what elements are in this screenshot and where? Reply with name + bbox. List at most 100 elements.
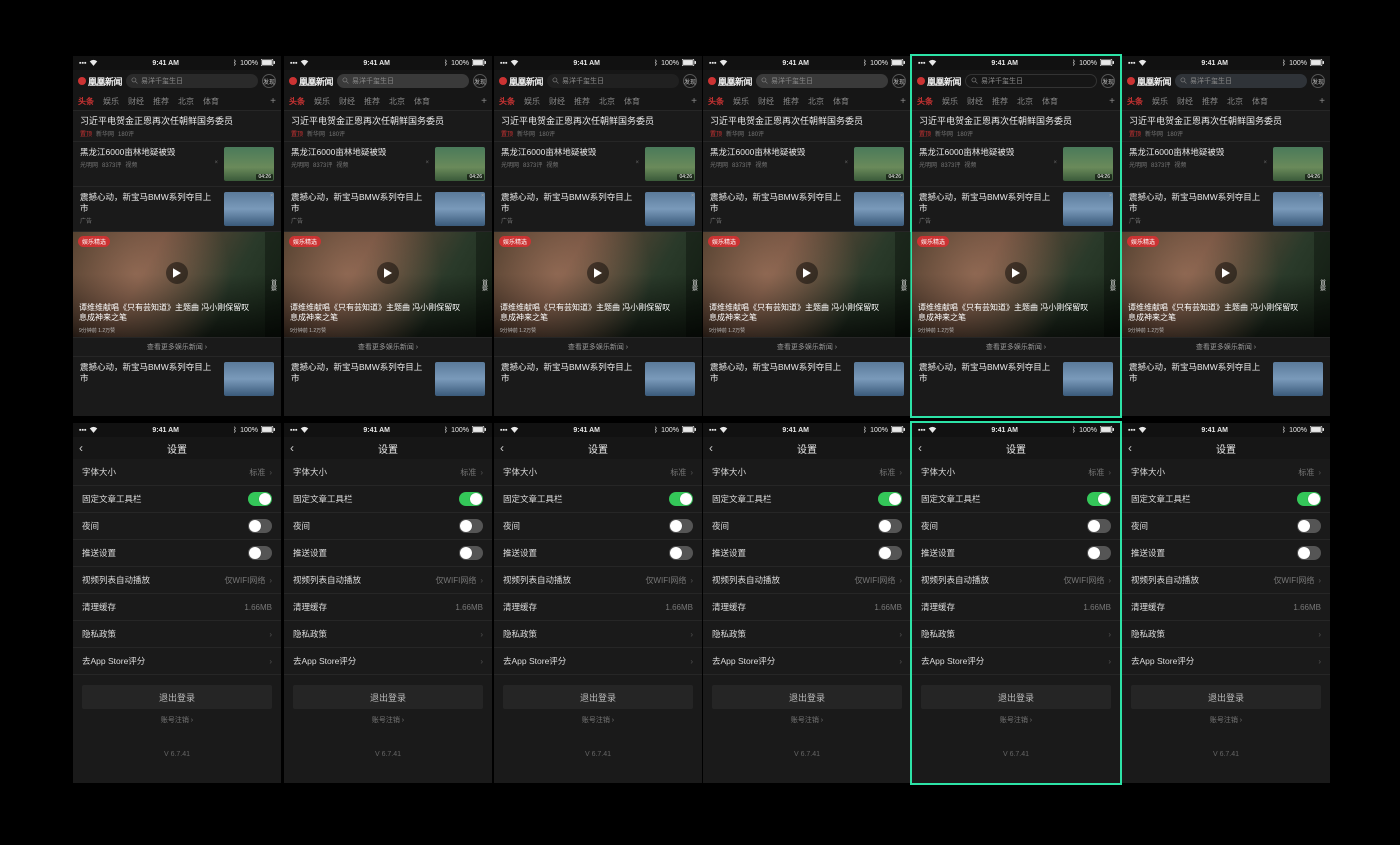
row-rate-app[interactable]: 去App Store评分 › bbox=[912, 648, 1120, 675]
tab-finance[interactable]: 财经 bbox=[549, 96, 565, 107]
article-item[interactable]: 震撼心动，新宝马BMW系列夺目上市 广告 × bbox=[1122, 186, 1330, 231]
tab-headlines[interactable]: 头条 bbox=[499, 96, 515, 107]
toggle-fixed-toolbar[interactable] bbox=[459, 492, 483, 506]
tab-headlines[interactable]: 头条 bbox=[917, 96, 933, 107]
row-privacy-policy[interactable]: 隐私政策 › bbox=[73, 621, 281, 648]
tab-entertainment[interactable]: 娱乐 bbox=[103, 96, 119, 107]
close-icon[interactable]: × bbox=[481, 193, 484, 199]
play-icon[interactable] bbox=[1215, 262, 1237, 284]
article-item[interactable]: 震撼心动，新宝马BMW系列夺目上市 广告 × bbox=[494, 186, 702, 231]
tab-finance[interactable]: 财经 bbox=[758, 96, 774, 107]
close-icon[interactable]: × bbox=[1319, 193, 1322, 199]
row-clear-cache[interactable]: 清理缓存 1.66MB bbox=[912, 594, 1120, 621]
more-entertainment-link[interactable]: 查看更多娱乐新闻 › bbox=[1122, 337, 1330, 356]
side-strip-label[interactable]: 首察 bbox=[265, 232, 281, 337]
toggle-push[interactable] bbox=[878, 546, 902, 560]
featured-video[interactable]: 娱乐精选 谭维维献唱《只有芸知道》主题曲 冯小刚保留叹息成神来之笔 9分钟前 1… bbox=[703, 231, 911, 337]
deactivate-link[interactable]: 账号注销 › bbox=[73, 715, 281, 725]
deactivate-link[interactable]: 账号注销 › bbox=[703, 715, 911, 725]
logout-button[interactable]: 退出登录 bbox=[293, 685, 483, 709]
side-strip-label[interactable]: 首察 bbox=[1314, 232, 1330, 337]
article-item[interactable]: 震撼心动，新宝马BMW系列夺目上市 bbox=[703, 356, 911, 401]
featured-video[interactable]: 娱乐精选 谭维维献唱《只有芸知道》主题曲 冯小刚保留叹息成神来之笔 9分钟前 1… bbox=[912, 231, 1120, 337]
tab-entertainment[interactable]: 娱乐 bbox=[524, 96, 540, 107]
article-item[interactable]: 震撼心动，新宝马BMW系列夺目上市 广告 × bbox=[703, 186, 911, 231]
more-entertainment-link[interactable]: 查看更多娱乐新闻 › bbox=[703, 337, 911, 356]
search-input[interactable]: 易洋千玺生日 bbox=[547, 74, 679, 88]
side-strip-label[interactable]: 首察 bbox=[895, 232, 911, 337]
row-privacy-policy[interactable]: 隐私政策 › bbox=[703, 621, 911, 648]
play-icon[interactable] bbox=[796, 262, 818, 284]
article-item[interactable]: 黑龙江6000亩林地疑被毁 光明网 8373评 视频 × 04:26 bbox=[1122, 141, 1330, 186]
toggle-night-mode[interactable] bbox=[459, 519, 483, 533]
add-tab-icon[interactable]: + bbox=[900, 96, 906, 107]
tab-finance[interactable]: 财经 bbox=[128, 96, 144, 107]
side-strip-label[interactable]: 首察 bbox=[1104, 232, 1120, 337]
article-item[interactable]: 震撼心动，新宝马BMW系列夺目上市 广告 × bbox=[73, 186, 281, 231]
row-clear-cache[interactable]: 清理缓存 1.66MB bbox=[284, 594, 492, 621]
tab-recommend[interactable]: 推荐 bbox=[364, 96, 380, 107]
deactivate-link[interactable]: 账号注销 › bbox=[1122, 715, 1330, 725]
tab-recommend[interactable]: 推荐 bbox=[153, 96, 169, 107]
search-input[interactable]: 易洋千玺生日 bbox=[126, 74, 258, 88]
tab-entertainment[interactable]: 娱乐 bbox=[314, 96, 330, 107]
deactivate-link[interactable]: 账号注销 › bbox=[494, 715, 702, 725]
tab-headlines[interactable]: 头条 bbox=[1127, 96, 1143, 107]
article-item[interactable]: 黑龙江6000亩林地疑被毁 光明网 8373评 视频 × 04:26 bbox=[73, 141, 281, 186]
row-font-size[interactable]: 字体大小 标准 › bbox=[912, 459, 1120, 486]
side-strip-label[interactable]: 首察 bbox=[686, 232, 702, 337]
row-privacy-policy[interactable]: 隐私政策 › bbox=[494, 621, 702, 648]
back-icon[interactable]: ‹ bbox=[918, 441, 922, 455]
play-icon[interactable] bbox=[377, 262, 399, 284]
discover-button[interactable]: 发现 bbox=[683, 74, 697, 88]
article-item[interactable]: 黑龙江6000亩林地疑被毁 光明网 8373评 视频 × 04:26 bbox=[703, 141, 911, 186]
tab-beijing[interactable]: 北京 bbox=[599, 96, 615, 107]
tab-finance[interactable]: 财经 bbox=[339, 96, 355, 107]
top-article[interactable]: 习近平电贺金正恩再次任朝鲜国务委员 置顶 新华网 180评 bbox=[284, 110, 492, 141]
side-strip-label[interactable]: 首察 bbox=[476, 232, 492, 337]
article-item[interactable]: 震撼心动，新宝马BMW系列夺目上市 bbox=[494, 356, 702, 401]
top-article[interactable]: 习近平电贺金正恩再次任朝鲜国务委员 置顶 新华网 180评 bbox=[1122, 110, 1330, 141]
logout-button[interactable]: 退出登录 bbox=[1131, 685, 1321, 709]
discover-button[interactable]: 发现 bbox=[892, 74, 906, 88]
tab-sports[interactable]: 体育 bbox=[1252, 96, 1268, 107]
add-tab-icon[interactable]: + bbox=[1109, 96, 1115, 107]
row-clear-cache[interactable]: 清理缓存 1.66MB bbox=[494, 594, 702, 621]
featured-video[interactable]: 娱乐精选 谭维维献唱《只有芸知道》主题曲 冯小刚保留叹息成神来之笔 9分钟前 1… bbox=[73, 231, 281, 337]
row-autoplay[interactable]: 视频列表自动播放 仅WIFI网络 › bbox=[912, 567, 1120, 594]
more-entertainment-link[interactable]: 查看更多娱乐新闻 › bbox=[73, 337, 281, 356]
tab-beijing[interactable]: 北京 bbox=[1227, 96, 1243, 107]
row-font-size[interactable]: 字体大小 标准 › bbox=[1122, 459, 1330, 486]
article-item[interactable]: 震撼心动，新宝马BMW系列夺目上市 bbox=[284, 356, 492, 401]
search-input[interactable]: 易洋千玺生日 bbox=[1175, 74, 1307, 88]
more-entertainment-link[interactable]: 查看更多娱乐新闻 › bbox=[912, 337, 1120, 356]
search-input[interactable]: 易洋千玺生日 bbox=[965, 74, 1097, 88]
deactivate-link[interactable]: 账号注销 › bbox=[912, 715, 1120, 725]
close-icon[interactable]: × bbox=[691, 193, 694, 199]
play-icon[interactable] bbox=[1005, 262, 1027, 284]
tab-recommend[interactable]: 推荐 bbox=[1202, 96, 1218, 107]
toggle-fixed-toolbar[interactable] bbox=[878, 492, 902, 506]
discover-button[interactable]: 发现 bbox=[473, 74, 487, 88]
logout-button[interactable]: 退出登录 bbox=[82, 685, 272, 709]
row-rate-app[interactable]: 去App Store评分 › bbox=[73, 648, 281, 675]
close-icon[interactable]: × bbox=[844, 160, 848, 169]
tab-entertainment[interactable]: 娱乐 bbox=[942, 96, 958, 107]
back-icon[interactable]: ‹ bbox=[1128, 441, 1132, 455]
top-article[interactable]: 习近平电贺金正恩再次任朝鲜国务委员 置顶 新华网 180评 bbox=[703, 110, 911, 141]
article-item[interactable]: 黑龙江6000亩林地疑被毁 光明网 8373评 视频 × 04:26 bbox=[494, 141, 702, 186]
top-article[interactable]: 习近平电贺金正恩再次任朝鲜国务委员 置顶 新华网 180评 bbox=[912, 110, 1120, 141]
brand-logo[interactable]: 凰凰新闻 bbox=[499, 75, 543, 88]
article-item[interactable]: 震撼心动，新宝马BMW系列夺目上市 广告 × bbox=[912, 186, 1120, 231]
tab-sports[interactable]: 体育 bbox=[414, 96, 430, 107]
article-item[interactable]: 震撼心动，新宝马BMW系列夺目上市 bbox=[1122, 356, 1330, 401]
play-icon[interactable] bbox=[587, 262, 609, 284]
row-rate-app[interactable]: 去App Store评分 › bbox=[1122, 648, 1330, 675]
tab-finance[interactable]: 财经 bbox=[967, 96, 983, 107]
article-item[interactable]: 震撼心动，新宝马BMW系列夺目上市 bbox=[73, 356, 281, 401]
tab-beijing[interactable]: 北京 bbox=[1017, 96, 1033, 107]
row-autoplay[interactable]: 视频列表自动播放 仅WIFI网络 › bbox=[703, 567, 911, 594]
row-clear-cache[interactable]: 清理缓存 1.66MB bbox=[1122, 594, 1330, 621]
tab-finance[interactable]: 财经 bbox=[1177, 96, 1193, 107]
tab-headlines[interactable]: 头条 bbox=[708, 96, 724, 107]
